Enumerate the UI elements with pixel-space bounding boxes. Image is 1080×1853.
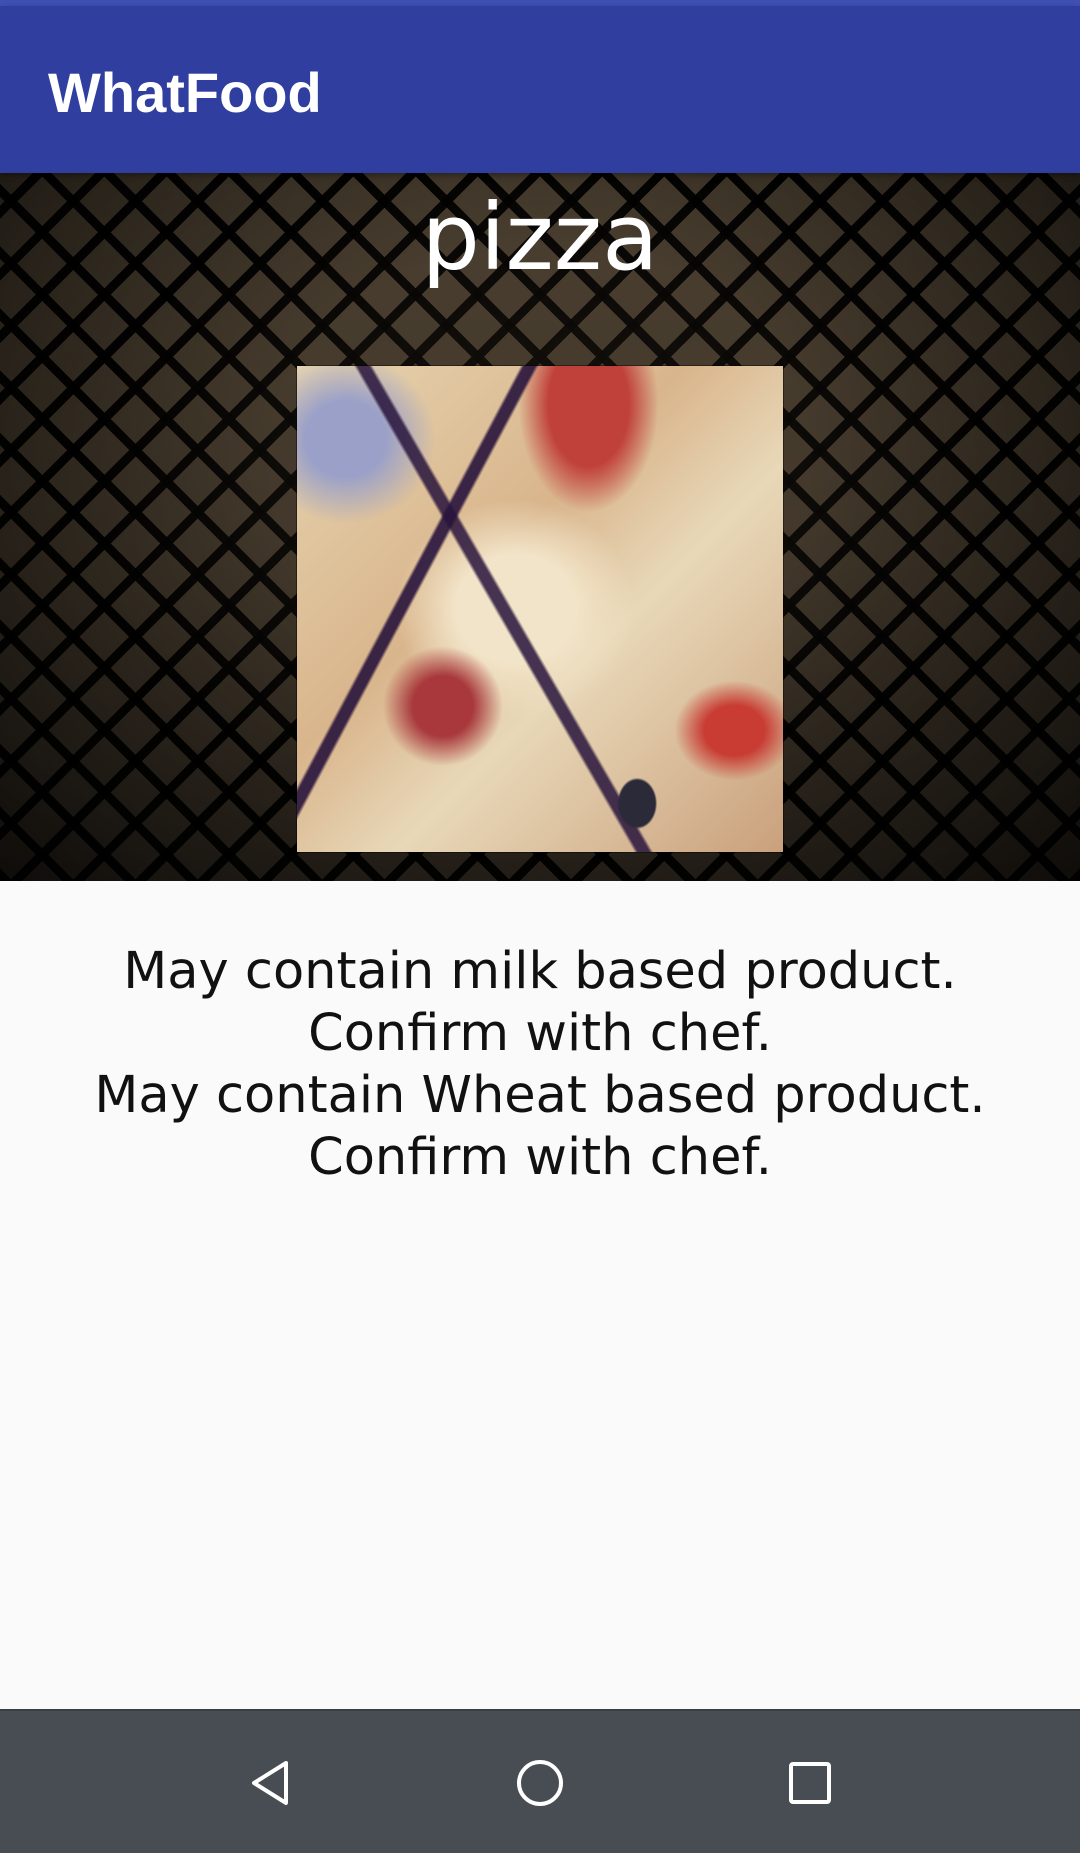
allergy-info-panel: May contain milk based product. Confirm … (0, 881, 1080, 1709)
allergy-note-milk: May contain milk based product. (123, 942, 957, 1001)
food-photo (297, 366, 783, 852)
app-bar: WhatFood (0, 6, 1080, 173)
back-button[interactable] (234, 1747, 306, 1819)
food-header: pizza (0, 173, 1080, 881)
app-title: WhatFood (48, 61, 322, 124)
recents-icon (789, 1762, 831, 1804)
food-name: pizza (421, 184, 659, 291)
home-icon (517, 1760, 563, 1806)
system-nav-bar (0, 1709, 1080, 1853)
recents-button[interactable] (774, 1747, 846, 1819)
allergy-note-wheat-confirm: Confirm with chef. (308, 1128, 772, 1187)
back-icon (252, 1761, 288, 1805)
allergy-note-milk-confirm: Confirm with chef. (308, 1004, 772, 1063)
allergy-notes: May contain milk based product. Confirm … (30, 941, 1050, 1189)
home-button[interactable] (504, 1747, 576, 1819)
allergy-note-wheat: May contain Wheat based product. (94, 1066, 986, 1125)
